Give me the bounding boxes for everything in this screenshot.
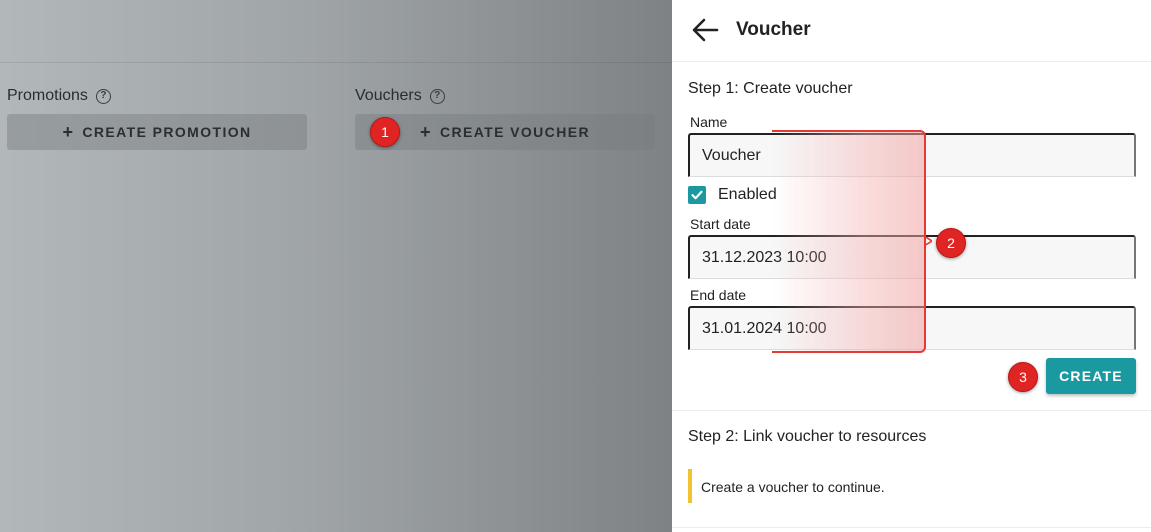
start-date-field[interactable]	[688, 235, 1136, 279]
voucher-panel: Voucher Step 1: Create voucher Name Enab…	[672, 0, 1151, 532]
start-date-label: Start date	[690, 216, 751, 232]
arrow-left-icon[interactable]	[690, 14, 720, 46]
name-field[interactable]	[688, 133, 1136, 177]
panel-header: Voucher	[672, 0, 1151, 62]
enabled-checkbox[interactable]	[688, 186, 706, 204]
step1-title: Step 1: Create voucher	[688, 80, 853, 97]
plus-icon: +	[62, 121, 75, 142]
backdrop-divider	[0, 62, 672, 63]
create-promotion-label: CREATE PROMOTION	[82, 124, 252, 140]
help-icon[interactable]: ?	[95, 88, 111, 104]
annotation-badge-2: 2	[936, 228, 966, 258]
help-icon[interactable]: ?	[429, 88, 445, 104]
end-date-field[interactable]	[688, 306, 1136, 350]
name-label: Name	[690, 114, 728, 130]
create-voucher-button[interactable]: + CREATE VOUCHER	[355, 114, 655, 150]
annotation-badge-3: 3	[1008, 362, 1038, 392]
bottom-divider	[672, 527, 1151, 528]
check-icon	[691, 190, 703, 200]
panel-title: Voucher	[736, 19, 811, 40]
backdrop-overlay[interactable]: Promotions ? + CREATE PROMOTION Vouchers…	[0, 0, 672, 532]
vouchers-label: Vouchers	[355, 87, 422, 104]
plus-icon: +	[420, 121, 432, 142]
create-promotion-button[interactable]: + CREATE PROMOTION	[7, 114, 307, 150]
enabled-row[interactable]: Enabled	[688, 186, 777, 204]
create-voucher-label: CREATE VOUCHER	[439, 124, 590, 140]
annotation-badge-1: 1	[370, 117, 400, 147]
create-button[interactable]: CREATE	[1046, 358, 1136, 394]
promotions-heading: Promotions ?	[7, 87, 111, 105]
end-date-label: End date	[690, 287, 747, 303]
continue-notice: Create a voucher to continue.	[688, 469, 885, 503]
vouchers-heading: Vouchers ?	[355, 87, 445, 105]
step2-title: Step 2: Link voucher to resources	[688, 428, 927, 445]
section-divider	[672, 410, 1151, 411]
enabled-label: Enabled	[718, 186, 777, 203]
promotions-label: Promotions	[7, 87, 88, 104]
annotation-pointer	[924, 236, 932, 246]
